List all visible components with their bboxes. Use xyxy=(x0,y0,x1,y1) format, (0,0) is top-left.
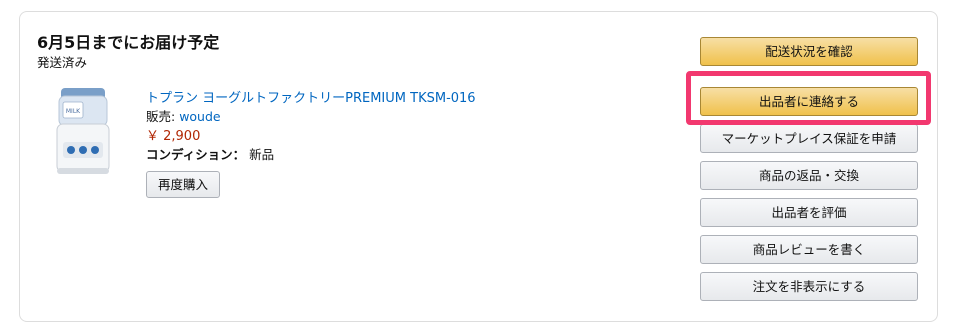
track-package-button[interactable]: 配送状況を確認 xyxy=(700,37,918,66)
buy-again-button[interactable]: 再度購入 xyxy=(146,171,220,198)
product-price: ￥ 2,900 xyxy=(146,129,201,144)
delivery-date-heading: 6月5日までにお届け予定 xyxy=(37,33,220,52)
seller-line: 販売: woude xyxy=(146,106,221,125)
shipping-status: 発送済み xyxy=(37,55,88,70)
condition-line: コンディション： 新品 xyxy=(146,144,274,163)
seller-name-link[interactable]: woude xyxy=(179,109,220,124)
seller-prefix: 販売: xyxy=(146,109,180,124)
hide-order-button[interactable]: 注文を非表示にする xyxy=(700,272,918,301)
rate-seller-button[interactable]: 出品者を評価 xyxy=(700,198,918,227)
condition-label: コンディション： xyxy=(146,147,246,162)
condition-value: 新品 xyxy=(249,147,275,162)
product-image[interactable]: MILK xyxy=(49,84,121,178)
svg-text:MILK: MILK xyxy=(66,108,81,115)
marketplace-guarantee-button[interactable]: マーケットプレイス保証を申請 xyxy=(700,124,918,153)
product-title-link[interactable]: トプラン ヨーグルトファクトリーPREMIUM TKSM-016 xyxy=(146,87,476,106)
contact-seller-button[interactable]: 出品者に連絡する xyxy=(700,87,918,116)
return-items-button[interactable]: 商品の返品・交換 xyxy=(700,161,918,190)
write-review-button[interactable]: 商品レビューを書く xyxy=(700,235,918,264)
